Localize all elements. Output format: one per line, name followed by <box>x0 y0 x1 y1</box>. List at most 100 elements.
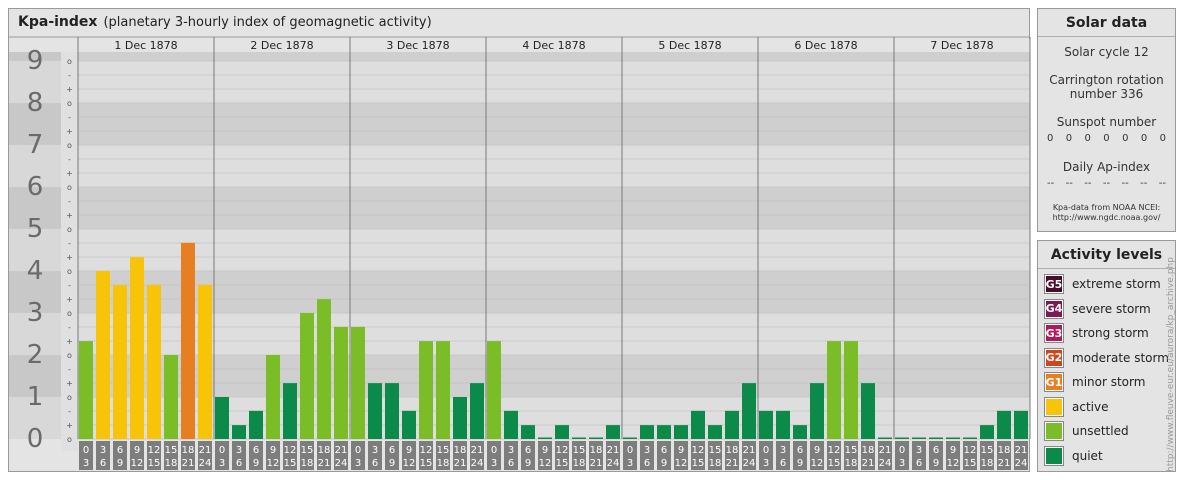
interval-end-label: 9 <box>525 458 531 469</box>
legend-label: active <box>1072 399 1109 414</box>
legend-item: G3 strong storm <box>1038 321 1175 346</box>
interval-end-label: 15 <box>828 458 841 469</box>
ap-index-value: -- <box>1140 178 1148 189</box>
sub-tick-label: - <box>68 71 71 80</box>
kp-bar <box>419 341 433 439</box>
interval-start-label: 3 <box>236 445 242 456</box>
sub-tick-label: o <box>67 183 72 192</box>
interval-start-label: 9 <box>406 445 412 456</box>
sunspot-value: 0 <box>1122 133 1129 144</box>
sub-tick-label: o <box>67 225 72 234</box>
carrington-rotation-line1: Carrington rotation <box>1049 73 1164 87</box>
interval-start-label: 0 <box>355 445 361 456</box>
sub-tick-label: o <box>67 435 72 444</box>
kp-bar <box>266 355 280 439</box>
sub-tick-label: - <box>68 365 71 374</box>
ap-index-value: -- <box>1047 178 1055 189</box>
sub-tick-label: + <box>66 337 73 346</box>
sunspot-value: 0 <box>1047 133 1054 144</box>
interval-end-label: 3 <box>83 458 89 469</box>
kp-bar <box>215 397 229 439</box>
kp-bar <box>640 425 654 439</box>
legend-label: moderate storm <box>1072 350 1169 365</box>
y-level-label: 3 <box>27 298 44 328</box>
sub-tick-label: o <box>67 393 72 402</box>
level-band <box>78 187 1030 229</box>
sub-tick-label: + <box>66 127 73 136</box>
interval-start-label: 3 <box>508 445 514 456</box>
interval-start-label: 21 <box>743 445 756 456</box>
interval-end-label: 6 <box>372 458 378 469</box>
interval-end-label: 3 <box>763 458 769 469</box>
interval-end-label: 18 <box>437 458 450 469</box>
day-label: 6 Dec 1878 <box>794 39 857 52</box>
kp-bar <box>317 299 331 439</box>
interval-start-label: 9 <box>814 445 820 456</box>
kp-bar-chart: 0123456789o+o+-o+-o+-o+-o+-o+-o+-o+-o-1 … <box>9 36 1031 470</box>
sub-tick-label: - <box>68 239 71 248</box>
interval-start-label: 12 <box>284 445 297 456</box>
sub-tick-label: o <box>67 141 72 150</box>
sub-tick-label: - <box>68 197 71 206</box>
kp-bar <box>878 437 892 439</box>
kp-bar <box>674 425 688 439</box>
interval-start-label: 0 <box>899 445 905 456</box>
kp-bar <box>300 313 314 439</box>
y-level-label: 6 <box>27 172 44 202</box>
y-level-label: 8 <box>27 88 44 118</box>
interval-end-label: 24 <box>471 458 484 469</box>
kp-bar <box>725 410 739 439</box>
sub-tick-label: + <box>66 379 73 388</box>
sunspot-value: 0 <box>1065 133 1073 144</box>
legend-item: unsettled <box>1038 419 1175 444</box>
kp-bar <box>198 284 212 439</box>
interval-end-label: 15 <box>148 458 161 469</box>
legend-label: strong storm <box>1072 326 1149 341</box>
kp-bar <box>589 437 603 439</box>
kp-bar <box>79 341 93 439</box>
interval-start-label: 15 <box>573 445 586 456</box>
kp-bar <box>113 284 127 439</box>
interval-start-label: 18 <box>726 445 739 456</box>
interval-end-label: 12 <box>131 458 144 469</box>
interval-end-label: 9 <box>797 458 803 469</box>
interval-start-label: 15 <box>165 445 178 456</box>
interval-start-label: 21 <box>1015 445 1028 456</box>
kp-bar <box>368 383 382 439</box>
sub-tick-label: + <box>66 295 73 304</box>
interval-end-label: 9 <box>253 458 259 469</box>
kp-bar <box>861 383 875 439</box>
interval-start-label: 15 <box>437 445 450 456</box>
kp-bar <box>827 341 841 439</box>
kp-bar <box>742 383 756 439</box>
solar-data-panel: Solar data Solar cycle 12 Carrington rot… <box>1037 8 1176 232</box>
kp-bar <box>708 425 722 439</box>
interval-end-label: 21 <box>726 458 739 469</box>
sub-tick-label: o <box>67 309 72 318</box>
day-label: 5 Dec 1878 <box>658 39 721 52</box>
interval-end-label: 6 <box>780 458 786 469</box>
interval-end-label: 18 <box>301 458 314 469</box>
watermark-url: http://www.fleuve-eur.eu/aurora/kp_archi… <box>1166 257 1176 472</box>
sunspot-label: Sunspot number <box>1056 115 1157 129</box>
sub-tick-label: - <box>68 113 71 122</box>
interval-end-label: 3 <box>219 458 225 469</box>
y-level-label: 2 <box>27 340 44 370</box>
interval-end-label: 9 <box>933 458 939 469</box>
kp-bar <box>555 425 569 439</box>
legend-item: quiet <box>1038 444 1175 469</box>
legend-label: unsettled <box>1072 424 1129 439</box>
ap-index-values: -- -- -- -- -- -- -- <box>1038 178 1175 189</box>
ap-index-value: -- <box>1065 178 1073 189</box>
sub-tick-label: + <box>66 211 73 220</box>
interval-end-label: 24 <box>1015 458 1028 469</box>
kp-bar <box>946 437 960 439</box>
interval-start-label: 21 <box>879 445 892 456</box>
interval-start-label: 18 <box>590 445 603 456</box>
interval-start-label: 3 <box>780 445 786 456</box>
level-band <box>78 145 1030 187</box>
legend-swatch <box>1044 445 1064 466</box>
interval-end-label: 9 <box>661 458 667 469</box>
sub-tick-label: + <box>66 169 73 178</box>
kp-chart-panel: Kpa-index (planetary 3-hourly index of ge… <box>8 8 1031 472</box>
